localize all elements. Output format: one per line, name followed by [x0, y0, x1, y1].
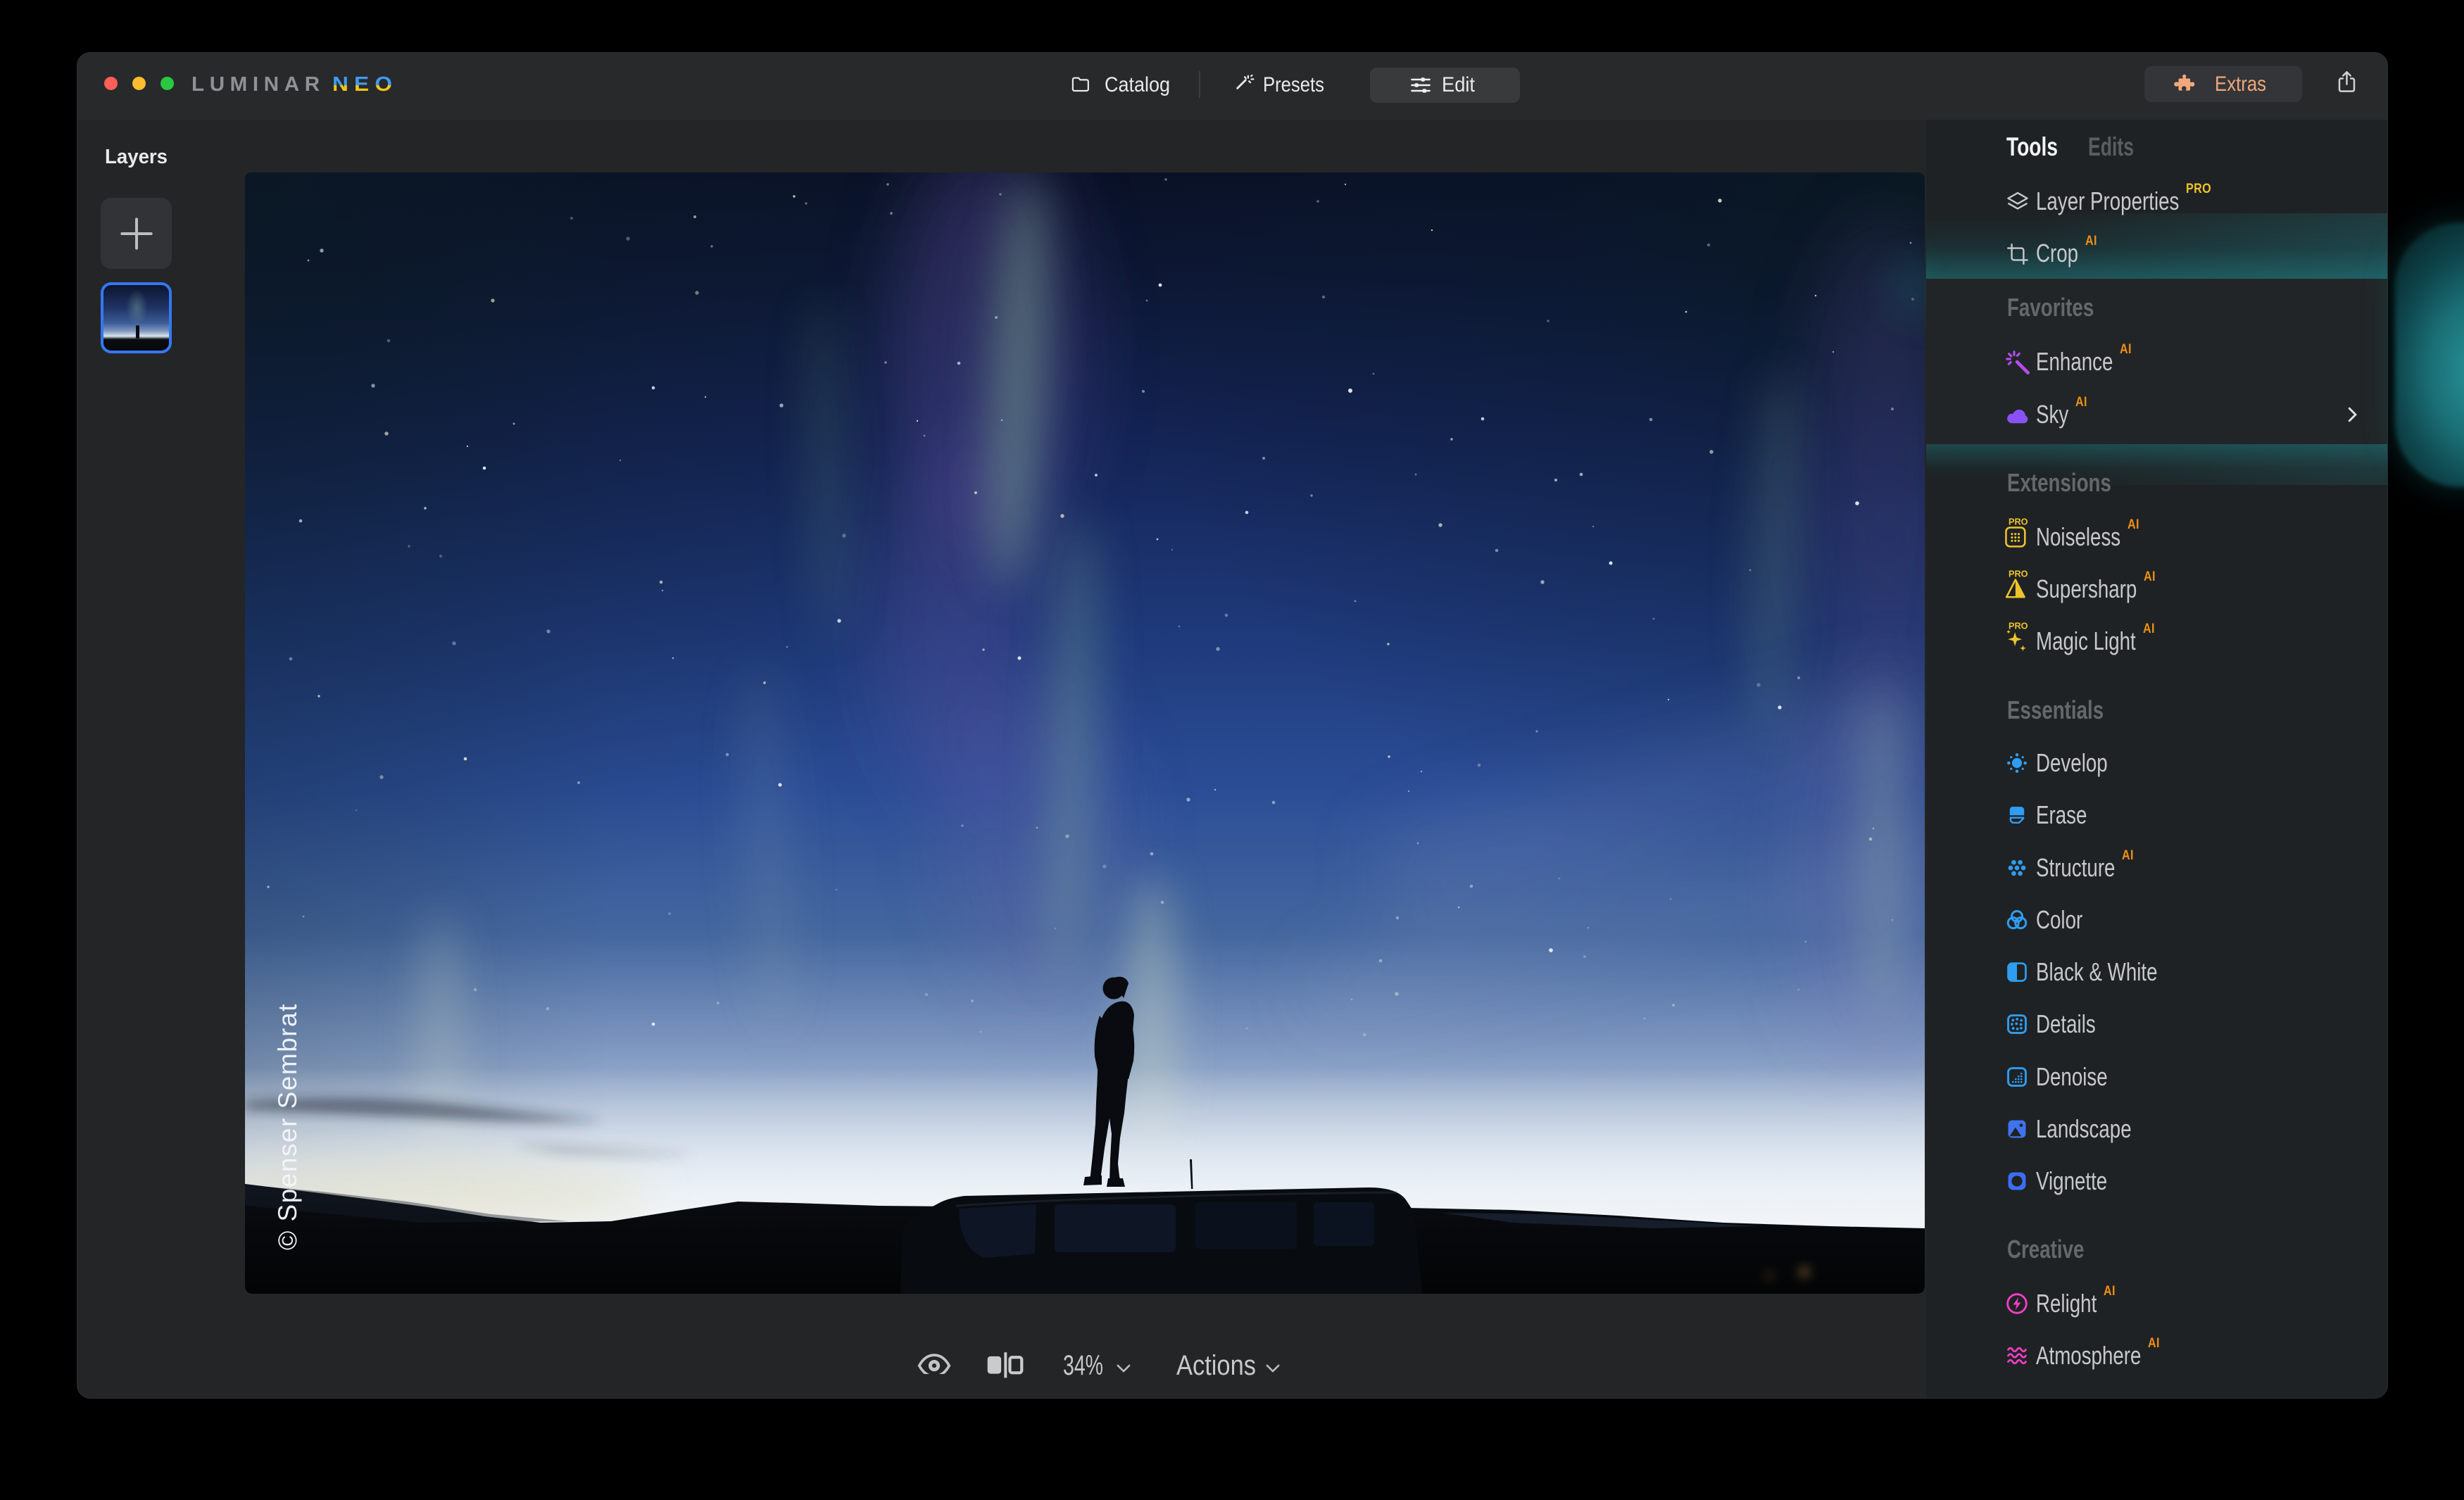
- svg-text:PRO: PRO: [2009, 621, 2028, 631]
- svg-text:PRO: PRO: [2009, 569, 2028, 579]
- svg-text:© Spenser Sembrat: © Spenser Sembrat: [273, 1003, 302, 1250]
- svg-text:PRO: PRO: [2009, 517, 2028, 527]
